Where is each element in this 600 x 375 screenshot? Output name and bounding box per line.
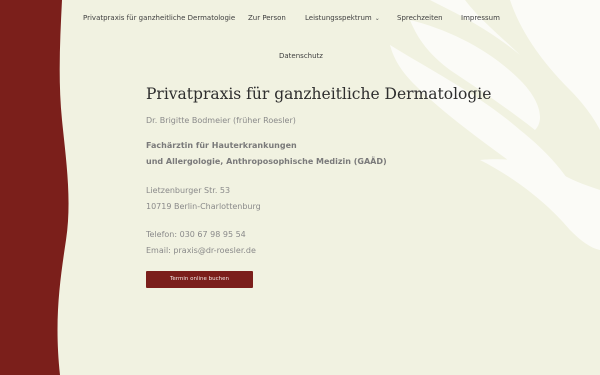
chevron-down-icon: ⌄ <box>374 15 380 22</box>
doctor-name: Dr. Brigitte Bodmeier (früher Roesler) <box>146 116 296 125</box>
nav-item-leistungsspektrum-label: Leistungsspektrum <box>305 14 372 22</box>
nav-item-sprechzeiten[interactable]: Sprechzeiten <box>397 14 443 23</box>
book-appointment-button[interactable]: Termin online buchen <box>146 271 253 288</box>
specialty-line-1: Fachärztin für Hauterkrankungen <box>146 141 297 150</box>
page-title: Privatpraxis für ganzheitliche Dermatolo… <box>146 85 492 103</box>
nav-item-home[interactable]: Privatpraxis für ganzheitliche Dermatolo… <box>83 14 235 23</box>
contact-phone: Telefon: 030 67 98 95 54 <box>146 230 246 239</box>
nav-item-impressum[interactable]: Impressum <box>461 14 500 23</box>
contact-email: Email: praxis@dr-roesler.de <box>146 246 256 255</box>
address-city: 10719 Berlin-Charlottenburg <box>146 202 261 211</box>
nav-item-zur-person[interactable]: Zur Person <box>248 14 286 23</box>
main-content: Privatpraxis für ganzheitliche Dermatolo… <box>146 84 566 288</box>
top-navigation: Privatpraxis für ganzheitliche Dermatolo… <box>60 0 600 70</box>
contact-block: Telefon: 030 67 98 95 54 Email: praxis@d… <box>146 227 566 259</box>
address-block: Lietzenburger Str. 53 10719 Berlin-Charl… <box>146 183 566 215</box>
nav-item-datenschutz[interactable]: Datenschutz <box>279 52 323 61</box>
nav-item-leistungsspektrum[interactable]: Leistungsspektrum ⌄ <box>305 14 380 23</box>
specialty-block: Fachärztin für Hauterkrankungen und Alle… <box>146 138 566 170</box>
specialty-line-2: und Allergologie, Anthroposophische Medi… <box>146 157 387 166</box>
address-street: Lietzenburger Str. 53 <box>146 186 231 195</box>
